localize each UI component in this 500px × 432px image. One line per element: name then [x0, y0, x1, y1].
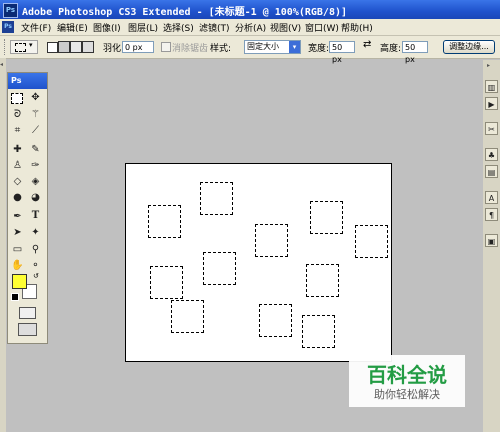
- marquee-selection[interactable]: [200, 182, 233, 215]
- dodge-tool-icon[interactable]: ◕: [28, 191, 43, 205]
- menu-layer[interactable]: 图层(L): [128, 21, 158, 34]
- antialias-label: 消除锯齿: [172, 44, 209, 54]
- layers-panel-icon[interactable]: ▣: [485, 234, 498, 247]
- marquee-selection[interactable]: [150, 266, 183, 299]
- title-bar: Ps Adobe Photoshop CS3 Extended - [未标题-1…: [0, 0, 500, 19]
- menu-filter[interactable]: 滤镜(T): [199, 21, 230, 34]
- swap-width-height-icon[interactable]: ⇄: [363, 39, 371, 50]
- menu-select[interactable]: 选择(S): [163, 21, 194, 34]
- tool-preset-picker[interactable]: ▾: [10, 40, 38, 54]
- watermark-subtitle: 助你轻松解决: [374, 388, 440, 401]
- clone-stamp-tool-icon[interactable]: ♙: [10, 159, 25, 173]
- path-selection-tool-icon[interactable]: ➤: [10, 226, 25, 240]
- marquee-selection[interactable]: [302, 315, 335, 348]
- options-grip[interactable]: [4, 39, 8, 55]
- height-label: 高度:: [380, 44, 402, 54]
- chevron-down-icon[interactable]: ▾: [289, 41, 300, 53]
- menu-help[interactable]: 帮助(H): [341, 21, 373, 34]
- default-colors-icon[interactable]: [11, 293, 19, 301]
- pen-tool-icon[interactable]: ✒: [10, 210, 25, 224]
- subtract-from-selection-icon[interactable]: [70, 41, 82, 53]
- marquee-selection[interactable]: [148, 205, 181, 238]
- marquee-selection[interactable]: [306, 264, 339, 297]
- quick-mask-icon[interactable]: [19, 307, 36, 319]
- antialias-checkbox[interactable]: [161, 42, 171, 52]
- menu-file[interactable]: 文件(F): [21, 21, 51, 34]
- ps-menu-icon[interactable]: Ps: [2, 21, 14, 33]
- intersect-selection-icon[interactable]: [82, 41, 94, 53]
- toolbox: Ps ✥ ᘐ ⚚ ⌗ ⟋ ✚ ✎ ♙ ✑ ◇ ◈ ● ◕ ✒ T ➤ ✦ ▭ ⚲…: [7, 72, 48, 344]
- menu-edit[interactable]: 编辑(E): [57, 21, 88, 34]
- custom-shape-tool-icon[interactable]: ✦: [28, 226, 43, 240]
- document-canvas[interactable]: [125, 163, 392, 362]
- type-tool-icon[interactable]: T: [28, 209, 43, 223]
- move-tool-icon[interactable]: ✥: [28, 91, 43, 105]
- marquee-selection[interactable]: [310, 201, 343, 234]
- swatches-panel-icon[interactable]: ♣: [485, 148, 498, 161]
- marquee-preset-icon: [15, 43, 26, 52]
- character-panel-icon[interactable]: A: [485, 191, 498, 204]
- rectangular-marquee-tool-icon[interactable]: [11, 93, 23, 104]
- paint-bucket-tool-icon[interactable]: ◈: [28, 175, 43, 189]
- healing-brush-tool-icon[interactable]: ✚: [10, 143, 25, 157]
- menu-analysis[interactable]: 分析(A): [235, 21, 266, 34]
- add-to-selection-icon[interactable]: [58, 41, 70, 53]
- marquee-selection[interactable]: [171, 300, 204, 333]
- style-select-value: 固定大小: [247, 42, 279, 51]
- notes-tool-icon[interactable]: ▭: [10, 243, 25, 257]
- marquee-selection[interactable]: [355, 225, 388, 258]
- left-dock-strip: ◂: [0, 58, 6, 432]
- height-input[interactable]: 50 px: [402, 41, 428, 64]
- marquee-selection[interactable]: [255, 224, 288, 257]
- marquee-selection[interactable]: [259, 304, 292, 337]
- zoom-tool-icon[interactable]: ⚬: [28, 259, 43, 273]
- history-brush-tool-icon[interactable]: ✑: [28, 159, 43, 173]
- photoshop-app-icon: Ps: [3, 3, 18, 18]
- menu-image[interactable]: 图像(I): [93, 21, 121, 34]
- width-label: 宽度:: [308, 44, 330, 54]
- foreground-color-swatch[interactable]: [12, 274, 27, 289]
- watermark-title: 百科全说: [367, 363, 447, 387]
- right-panel-dock: ▸ ▥ ▶ ✂ ♣ ▤ A ¶ ▣: [483, 60, 500, 432]
- menu-window[interactable]: 窗口(W): [305, 21, 339, 34]
- chevron-down-icon: ▾: [29, 41, 33, 49]
- crop-tool-icon[interactable]: ⌗: [10, 124, 25, 138]
- window-title: Adobe Photoshop CS3 Extended - [未标题-1 @ …: [22, 7, 348, 18]
- style-select[interactable]: 固定大小 ▾: [244, 40, 301, 54]
- histogram-panel-icon[interactable]: ▶: [485, 97, 498, 110]
- paragraph-panel-icon[interactable]: ¶: [485, 208, 498, 221]
- menu-bar: Ps 文件(F) 编辑(E) 图像(I) 图层(L) 选择(S) 滤镜(T) 分…: [0, 19, 500, 36]
- expand-panels-icon[interactable]: ▸: [487, 62, 490, 69]
- styles-panel-icon[interactable]: ▤: [485, 165, 498, 178]
- hand-tool-icon[interactable]: ✋: [10, 259, 25, 273]
- feather-input[interactable]: 0 px: [122, 41, 154, 53]
- screen-mode-icon[interactable]: [18, 323, 37, 336]
- new-selection-icon[interactable]: [47, 42, 58, 53]
- brush-tool-icon[interactable]: ✎: [28, 143, 43, 157]
- swap-colors-icon[interactable]: ↺: [33, 272, 39, 280]
- navigator-panel-icon[interactable]: ▥: [485, 80, 498, 93]
- refine-edge-button[interactable]: 调整边缘...: [443, 40, 495, 54]
- lasso-tool-icon[interactable]: ᘐ: [10, 108, 25, 122]
- watermark: 百科全说 助你轻松解决: [349, 355, 465, 407]
- blur-tool-icon[interactable]: ●: [10, 191, 25, 205]
- menu-view[interactable]: 视图(V): [270, 21, 301, 34]
- collapse-icon[interactable]: ◂: [0, 61, 3, 68]
- width-input[interactable]: 50 px: [329, 41, 355, 64]
- eraser-tool-icon[interactable]: ◇: [10, 175, 25, 189]
- options-bar: ▾ 羽化: 0 px 消除锯齿 样式: 固定大小 ▾ 宽度: 50 px ⇄ 高…: [0, 36, 500, 64]
- style-label: 样式:: [210, 44, 232, 54]
- marquee-selection[interactable]: [203, 252, 236, 285]
- magic-wand-tool-icon[interactable]: ⚚: [28, 108, 43, 122]
- feather-label: 羽化:: [103, 44, 125, 54]
- tools-panel-icon[interactable]: ✂: [485, 122, 498, 135]
- toolbox-header: Ps: [8, 73, 47, 89]
- eyedropper-tool-icon[interactable]: ⚲: [28, 243, 43, 257]
- slice-tool-icon[interactable]: ⟋: [28, 124, 43, 138]
